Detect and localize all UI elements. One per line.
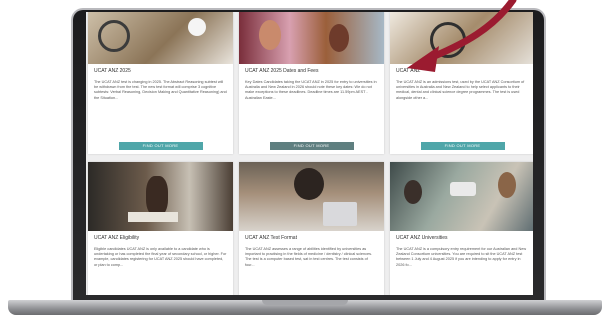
students-group-image [239, 12, 384, 64]
card-text: The UCAT ANZ assesses a range of abiliti… [245, 247, 373, 267]
card-ucat-anz-2025[interactable]: UCAT ANZ 2025 The UCAT ANZ test is chang… [88, 12, 233, 154]
desk-stethoscope-image [88, 12, 233, 64]
laptop-base-notch [262, 300, 348, 305]
student-laptop-image [239, 162, 384, 231]
find-out-more-button[interactable]: FIND OUT MORE [269, 142, 354, 150]
card-dates-and-fees[interactable]: UCAT ANZ 2025 Dates and Fees Key Dates C… [239, 12, 384, 154]
red-arrow-icon [407, 0, 517, 72]
find-out-more-button[interactable]: FIND OUT MORE [420, 142, 505, 150]
card-title: UCAT ANZ 2025 Dates and Fees [245, 68, 319, 74]
card-text: Eligible candidates UCAT ANZ is only ava… [94, 247, 227, 267]
card-eligibility[interactable]: UCAT ANZ Eligibility Eligible candidates… [88, 162, 233, 295]
student-reading-image [88, 162, 233, 231]
card-title: UCAT ANZ Universities [396, 235, 448, 241]
card-text: Key Dates Candidates taking the UCAT ANZ… [245, 80, 377, 100]
card-title: UCAT ANZ Test Format [245, 235, 297, 241]
card-test-format[interactable]: UCAT ANZ Test Format The UCAT ANZ assess… [239, 162, 384, 295]
find-out-more-button[interactable]: FIND OUT MORE [118, 142, 203, 150]
card-title: UCAT ANZ 2025 [94, 68, 131, 74]
card-universities[interactable]: UCAT ANZ Universities The UCAT ANZ is a … [390, 162, 533, 295]
card-title: UCAT ANZ Eligibility [94, 235, 140, 241]
students-table-image [390, 162, 533, 231]
card-text: The UCAT ANZ is a compulsory entry requi… [396, 247, 527, 267]
card-text: The UCAT ANZ test is changing in 2025. T… [94, 80, 227, 100]
